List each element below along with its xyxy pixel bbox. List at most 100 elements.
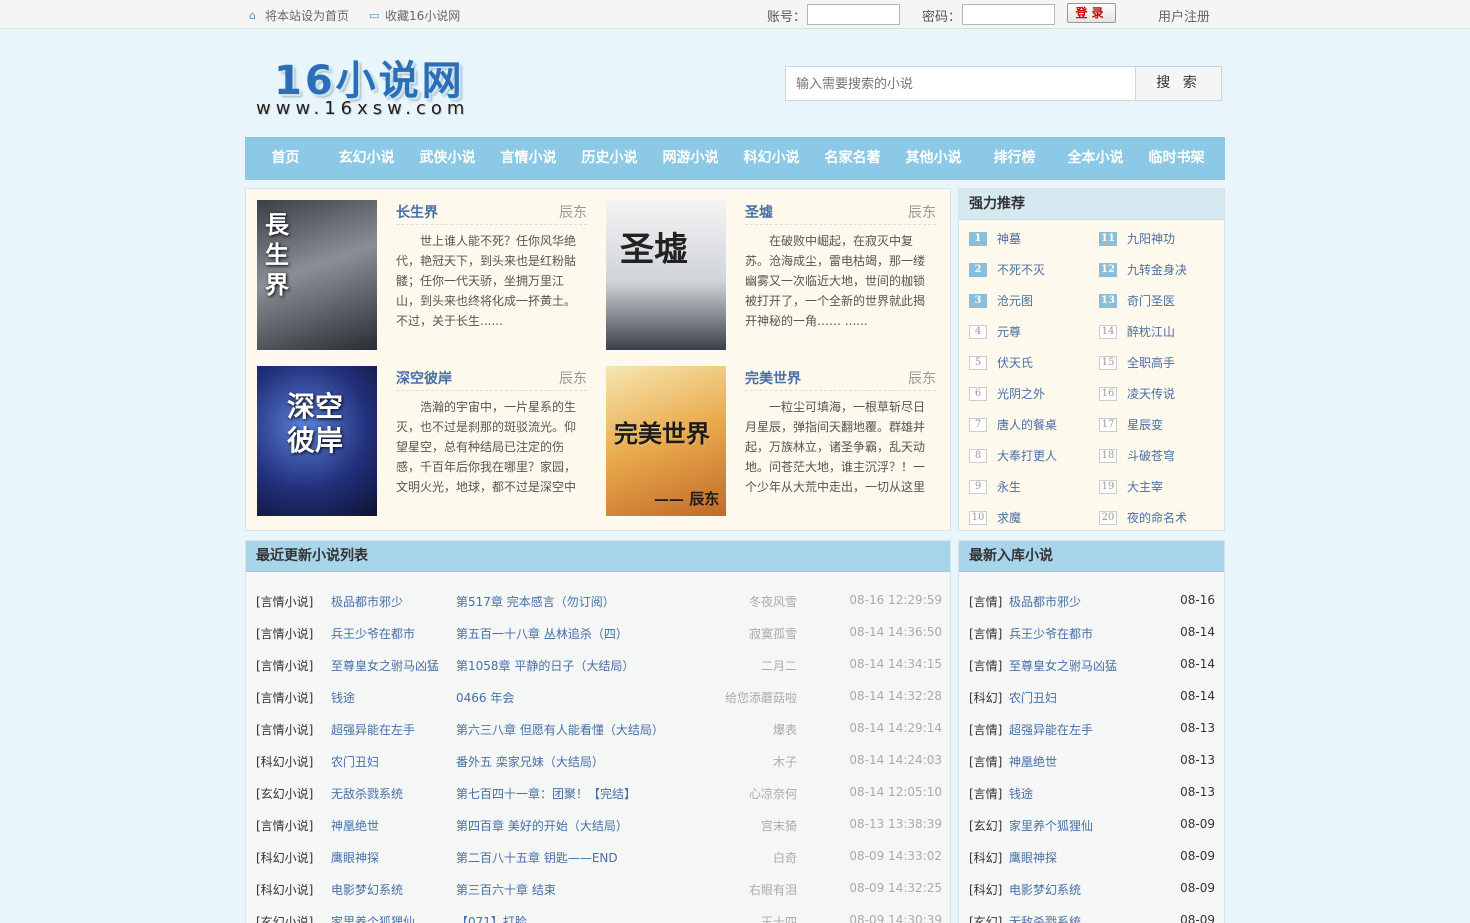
recommend-item[interactable]: 10 求魔 xyxy=(969,509,1021,526)
date: 08-14 xyxy=(1180,625,1215,639)
author: 宫末猗 xyxy=(760,819,797,833)
recommend-item[interactable]: 7 唐人的餐桌 xyxy=(969,416,1057,433)
novel-link[interactable]: 家里养个狐狸仙 xyxy=(331,913,415,923)
recommend-item[interactable]: 17 星辰变 xyxy=(1099,416,1163,433)
nav-bookshelf[interactable]: 临时书架 xyxy=(1136,137,1217,180)
recommend-item[interactable]: 13 奇门圣医 xyxy=(1099,292,1175,309)
novel-link[interactable]: 农门丑妇 xyxy=(1009,689,1057,706)
book-title[interactable]: 完美世界 xyxy=(745,368,801,388)
recommend-item[interactable]: 1 神墓 xyxy=(969,230,1021,247)
novel-link[interactable]: 至尊皇女之驸马凶猛 xyxy=(331,657,439,674)
chapter-link[interactable]: 第四百章 美好的开始（大结局） xyxy=(456,817,628,834)
divider xyxy=(396,224,587,225)
chapter-link[interactable]: 【071】打脸 xyxy=(456,913,527,923)
cover-title: 長生界 xyxy=(265,210,289,299)
recommend-item[interactable]: 12 九转金身决 xyxy=(1099,261,1187,278)
novel-link[interactable]: 神凰绝世 xyxy=(1009,753,1057,770)
nav-xuanhuan[interactable]: 玄幻小说 xyxy=(326,137,407,180)
recommend-item[interactable]: 8 大奉打更人 xyxy=(969,447,1057,464)
recommend-item[interactable]: 11 九阳神功 xyxy=(1099,230,1175,247)
book-title[interactable]: 深空彼岸 xyxy=(396,368,452,388)
date: 08-13 xyxy=(1180,785,1215,799)
book-cover[interactable]: 長生界 xyxy=(257,200,377,350)
nav-home[interactable]: 首页 xyxy=(245,137,326,180)
recommend-item[interactable]: 19 大主宰 xyxy=(1099,478,1163,495)
nav-wangyou[interactable]: 网游小说 xyxy=(650,137,731,180)
search-input[interactable] xyxy=(785,66,1136,101)
account-input[interactable] xyxy=(807,4,900,25)
search-button[interactable]: 搜 索 xyxy=(1135,66,1222,101)
novel-link[interactable]: 至尊皇女之驸马凶猛 xyxy=(1009,657,1117,674)
book-cover[interactable]: 完美世界 —— 辰东 xyxy=(606,366,726,516)
novel-link[interactable]: 鹰眼神探 xyxy=(331,849,379,866)
recommend-item[interactable]: 2 不死不灭 xyxy=(969,261,1045,278)
chapter-link[interactable]: 第二百八十五章 钥匙——END xyxy=(456,849,618,866)
recommend-item-name: 伏天氏 xyxy=(997,356,1034,370)
nav-yanqing[interactable]: 言情小说 xyxy=(488,137,569,180)
book-title[interactable]: 长生界 xyxy=(396,202,438,222)
novel-link[interactable]: 鹰眼神探 xyxy=(1009,849,1057,866)
recommend-item[interactable]: 14 醉枕江山 xyxy=(1099,323,1175,340)
recommend-item[interactable]: 18 斗破苍穹 xyxy=(1099,447,1175,464)
novel-link[interactable]: 家里养个狐狸仙 xyxy=(1009,817,1093,834)
book-cover[interactable]: 圣墟 xyxy=(606,200,726,350)
nav-mingjia[interactable]: 名家名著 xyxy=(812,137,893,180)
recommend-item[interactable]: 20 夜的命名术 xyxy=(1099,509,1187,526)
password-input[interactable] xyxy=(962,4,1055,25)
recommend-item[interactable]: 3 沧元图 xyxy=(969,292,1033,309)
novel-link[interactable]: 钱途 xyxy=(1009,785,1033,802)
novel-link[interactable]: 超强异能在左手 xyxy=(331,721,415,738)
category: [言情] xyxy=(969,755,1003,769)
list-item: [言情] 兵王少爷在都市 08-14 xyxy=(969,625,1215,645)
chapter-link[interactable]: 番外五 栾家兄妹（大结局） xyxy=(456,753,604,770)
nav-kehuan[interactable]: 科幻小说 xyxy=(731,137,812,180)
site-logo[interactable]: 16小说网 www.16xsw.com xyxy=(252,46,492,126)
novel-link[interactable]: 兵王少爷在都市 xyxy=(331,625,415,642)
novel-link[interactable]: 无敌杀戮系统 xyxy=(1009,913,1081,923)
recommend-item[interactable]: 9 永生 xyxy=(969,478,1021,495)
book-title[interactable]: 圣墟 xyxy=(745,202,773,222)
novel-link[interactable]: 超强异能在左手 xyxy=(1009,721,1093,738)
recommend-item-name: 奇门圣医 xyxy=(1127,294,1176,308)
recommend-item[interactable]: 4 元尊 xyxy=(969,323,1021,340)
bookmark-link[interactable]: ▭ 收藏16小说网 xyxy=(369,7,460,24)
register-link[interactable]: 用户注册 xyxy=(1158,6,1210,25)
novel-link[interactable]: 极品都市邪少 xyxy=(331,593,403,610)
nav-wuxia[interactable]: 武侠小说 xyxy=(407,137,488,180)
set-homepage-link[interactable]: ⌂ 将本站设为首页 xyxy=(249,7,349,24)
recommend-item-name: 夜的命名术 xyxy=(1127,511,1188,525)
divider xyxy=(745,390,936,391)
novel-link[interactable]: 兵王少爷在都市 xyxy=(1009,625,1093,642)
novel-link[interactable]: 电影梦幻系统 xyxy=(331,881,403,898)
nav-ranking[interactable]: 排行榜 xyxy=(974,137,1055,180)
chapter-link[interactable]: 第1058章 平静的日子（大结局） xyxy=(456,657,634,674)
novel-link[interactable]: 电影梦幻系统 xyxy=(1009,881,1081,898)
novel-link[interactable]: 农门丑妇 xyxy=(331,753,379,770)
recommend-item[interactable]: 15 全职高手 xyxy=(1099,354,1175,371)
novel-link[interactable]: 神凰绝世 xyxy=(331,817,379,834)
login-button[interactable]: 登录 xyxy=(1067,3,1116,23)
featured-books: 長生界 长生界 辰东 世上谁人能不死？任你风华绝代，艳冠天下，到头来也是红粉骷髅… xyxy=(245,188,951,531)
nav-lishi[interactable]: 历史小说 xyxy=(569,137,650,180)
main-nav: 首页 玄幻小说 武侠小说 言情小说 历史小说 网游小说 科幻小说 名家名著 其他… xyxy=(245,137,1225,180)
recommend-item[interactable]: 6 光阴之外 xyxy=(969,385,1045,402)
chapter-link[interactable]: 第五百一十八章 丛林追杀（四） xyxy=(456,625,628,642)
chapter-link[interactable]: 0466 年会 xyxy=(456,689,514,706)
chapter-link[interactable]: 第517章 完本感言（勿订阅） xyxy=(456,593,615,610)
novel-link[interactable]: 无敌杀戮系统 xyxy=(331,785,403,802)
novel-link[interactable]: 极品都市邪少 xyxy=(1009,593,1081,610)
novel-link[interactable]: 钱途 xyxy=(331,689,355,706)
recommend-item-name: 光阴之外 xyxy=(997,387,1046,401)
nav-quanben[interactable]: 全本小说 xyxy=(1055,137,1136,180)
book-cover[interactable]: 深空彼岸 xyxy=(257,366,377,516)
date: 08-13 xyxy=(1180,753,1215,767)
chapter-link[interactable]: 第七百四十一章：团聚！【完结】 xyxy=(456,785,636,802)
book-description: 在破败中崛起，在寂灭中复苏。沧海成尘，雷电枯竭，那一缕幽雾又一次临近大地，世间的… xyxy=(745,234,926,328)
recommend-item-name: 斗破苍穹 xyxy=(1127,449,1176,463)
recommend-item[interactable]: 16 凌天传说 xyxy=(1099,385,1175,402)
recommend-item[interactable]: 5 伏天氏 xyxy=(969,354,1033,371)
chapter-link[interactable]: 第三百六十章 结束 xyxy=(456,881,556,898)
chapter-link[interactable]: 第六三八章 但愿有人能看懂（大结局） xyxy=(456,721,664,738)
nav-qita[interactable]: 其他小说 xyxy=(893,137,974,180)
rank-badge: 6 xyxy=(969,386,987,401)
